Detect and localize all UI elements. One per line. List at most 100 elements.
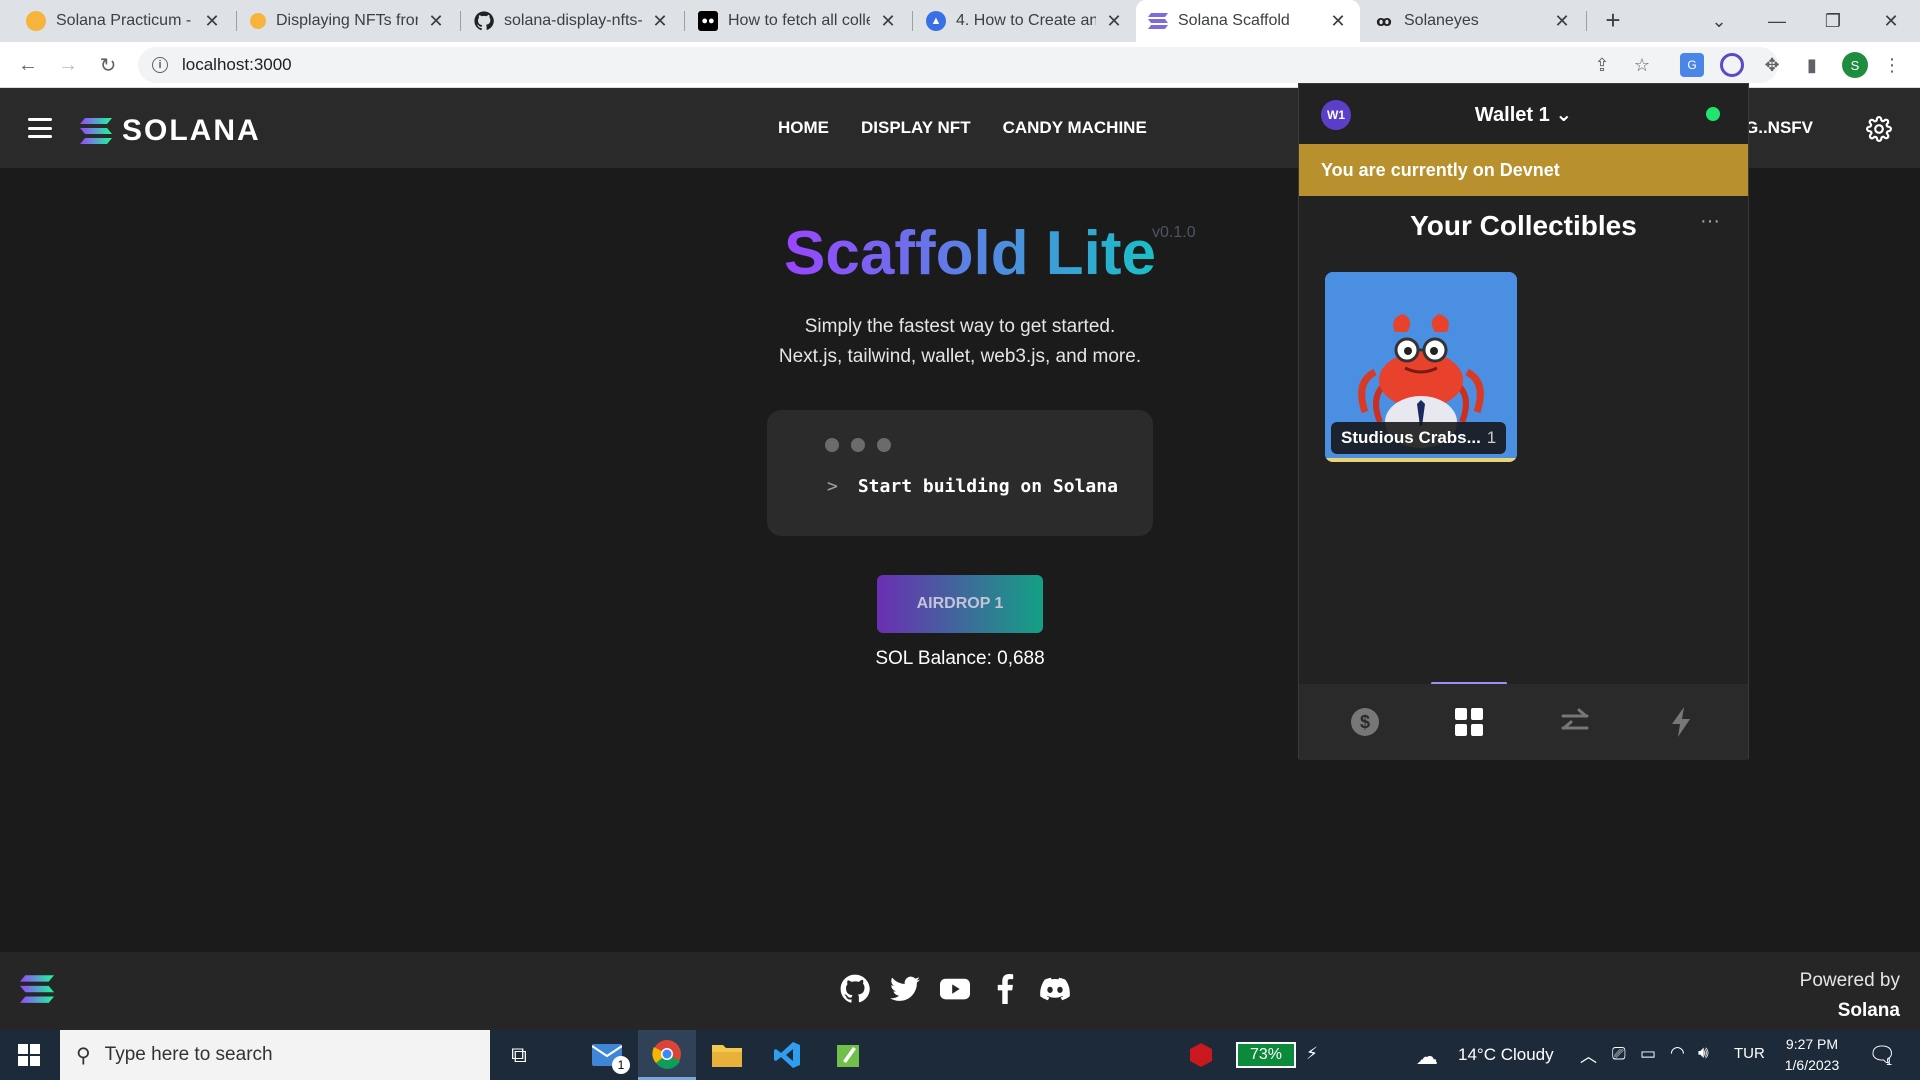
powered-by-brand[interactable]: Solana bbox=[1800, 996, 1900, 1026]
browser-tab-strip: Solana Practicum - I ✕ Displaying NFTs f… bbox=[0, 0, 1920, 42]
mail-app-icon[interactable]: 1 bbox=[578, 1030, 636, 1080]
facebook-icon[interactable] bbox=[990, 974, 1020, 1004]
tab-solana-practicum[interactable]: Solana Practicum - I ✕ bbox=[14, 0, 234, 42]
language-indicator[interactable]: TUR bbox=[1734, 1045, 1765, 1062]
tokens-dollar-icon[interactable]: $ bbox=[1309, 684, 1421, 760]
nft-name: Studious Crabs... bbox=[1341, 428, 1481, 447]
tab-title: Solaneyes bbox=[1404, 12, 1479, 29]
bookmark-star-icon[interactable]: ☆ bbox=[1630, 53, 1654, 77]
solana-icon bbox=[1148, 11, 1168, 31]
footer-solana-logo-icon[interactable] bbox=[20, 974, 54, 1009]
wallet-address-button[interactable]: G..NSFV bbox=[1745, 118, 1813, 138]
wallet-extension-popup: W1 Wallet 1 ⌄ You are currently on Devne… bbox=[1298, 83, 1749, 760]
tab-solana-scaffold[interactable]: Solana Scaffold ✕ bbox=[1136, 0, 1360, 42]
close-tab-icon[interactable]: ✕ bbox=[878, 11, 898, 32]
minimize-icon[interactable]: — bbox=[1752, 0, 1802, 42]
subtitle-line-2: Next.js, tailwind, wallet, web3.js, and … bbox=[778, 346, 1142, 367]
tray-chevron-icon[interactable]: ︿ bbox=[1580, 1042, 1597, 1067]
url-text: localhost:3000 bbox=[182, 55, 292, 74]
medium-icon: ●● bbox=[698, 11, 718, 31]
windows-start-icon[interactable] bbox=[0, 1030, 58, 1080]
solana-logo[interactable]: SOLANA bbox=[80, 114, 261, 148]
restore-icon[interactable]: ❐ bbox=[1808, 0, 1858, 42]
more-options-icon[interactable]: ··· bbox=[1700, 210, 1720, 233]
powered-by-label: Powered by bbox=[1799, 970, 1900, 991]
extensions-puzzle-icon[interactable]: ✥ bbox=[1760, 53, 1784, 77]
security-app-icon[interactable] bbox=[1172, 1030, 1230, 1080]
swap-arrows-icon[interactable] bbox=[1519, 684, 1631, 760]
nft-collectible-card[interactable]: Studious Crabs... 1 bbox=[1325, 272, 1517, 462]
nft-count: 1 bbox=[1486, 428, 1497, 447]
battery-tray-icon[interactable]: ▭ bbox=[1640, 1044, 1656, 1064]
close-tab-icon[interactable]: ✕ bbox=[1552, 11, 1572, 32]
wifi-icon[interactable]: ◠ bbox=[1670, 1043, 1685, 1063]
network-banner: You are currently on Devnet bbox=[1299, 144, 1748, 196]
collectibles-title: Your Collectibles bbox=[1410, 210, 1637, 241]
logo-wordmark: SOLANA bbox=[122, 114, 261, 147]
close-tab-icon[interactable]: ✕ bbox=[202, 11, 222, 32]
close-tab-icon[interactable]: ✕ bbox=[650, 11, 670, 32]
wallet-selector[interactable]: Wallet 1 ⌄ bbox=[1299, 102, 1748, 127]
close-tab-icon[interactable]: ✕ bbox=[1328, 11, 1348, 32]
weather-cloud-icon[interactable]: ☁ bbox=[1416, 1044, 1438, 1070]
collectibles-grid-icon[interactable] bbox=[1413, 684, 1525, 760]
tab-displaying-nfts[interactable]: Displaying NFTs from ✕ bbox=[238, 0, 458, 42]
airdrop-button[interactable]: AIRDROP 1 bbox=[877, 575, 1043, 633]
close-window-icon[interactable]: ✕ bbox=[1866, 0, 1916, 42]
version-label: v0.1.0 bbox=[1152, 224, 1196, 241]
close-tab-icon[interactable]: ✕ bbox=[1104, 11, 1124, 32]
battery-indicator[interactable]: 73% bbox=[1236, 1042, 1296, 1068]
volume-icon[interactable]: 🔊︎ bbox=[1698, 1043, 1709, 1063]
vscode-icon[interactable] bbox=[758, 1030, 816, 1080]
notepad-app-icon[interactable] bbox=[820, 1030, 878, 1080]
windows-taskbar: ⚲ Type here to search ⧉ 1 73% ⚡ ☁ 14°C C… bbox=[0, 1030, 1920, 1080]
tab-github[interactable]: solana-display-nfts-fr ✕ bbox=[462, 0, 682, 42]
translate-extension-icon[interactable]: G bbox=[1680, 53, 1704, 77]
reload-icon[interactable]: ↻ bbox=[94, 51, 122, 79]
wallet-extension-icon[interactable] bbox=[1720, 53, 1744, 77]
github-icon[interactable] bbox=[840, 974, 870, 1004]
activity-lightning-icon[interactable] bbox=[1625, 684, 1737, 760]
forward-arrow-icon[interactable]: → bbox=[54, 51, 82, 79]
meet-camera-icon[interactable]: ⎚ bbox=[1612, 1044, 1626, 1064]
nav-candy-machine[interactable]: CANDY MACHINE bbox=[1003, 118, 1147, 138]
hamburger-menu-icon[interactable] bbox=[28, 118, 52, 138]
new-tab-button[interactable]: + bbox=[1598, 6, 1628, 36]
glasses-icon: ꝏ bbox=[1376, 12, 1392, 29]
tab-title: How to fetch all collec bbox=[728, 12, 870, 29]
discord-icon[interactable] bbox=[1040, 974, 1070, 1004]
site-info-icon[interactable]: i bbox=[152, 57, 168, 73]
tab-title: Solana Scaffold bbox=[1178, 12, 1290, 29]
back-arrow-icon[interactable]: ← bbox=[14, 51, 42, 79]
task-view-icon[interactable]: ⧉ bbox=[490, 1030, 548, 1080]
svg-text:$: $ bbox=[1360, 712, 1370, 732]
tab-search-chevron-icon[interactable]: ⌄ bbox=[1694, 0, 1744, 42]
twitter-icon[interactable] bbox=[890, 974, 920, 1004]
wallet-header: W1 Wallet 1 ⌄ bbox=[1299, 84, 1748, 144]
tab-medium[interactable]: ●● How to fetch all collec ✕ bbox=[686, 0, 910, 42]
system-clock[interactable]: 9:27 PM 1/6/2023 bbox=[1770, 1034, 1854, 1076]
notification-badge: 1 bbox=[1886, 1056, 1893, 1068]
youtube-icon[interactable] bbox=[940, 974, 970, 1004]
gear-icon[interactable] bbox=[1866, 116, 1892, 142]
github-icon bbox=[474, 11, 494, 31]
tab-alchemy[interactable]: ▲ 4. How to Create an N ✕ bbox=[914, 0, 1136, 42]
nav-display-nft[interactable]: DISPLAY NFT bbox=[861, 118, 971, 138]
weather-text[interactable]: 14°C Cloudy bbox=[1458, 1045, 1554, 1065]
taskbar-search-input[interactable]: ⚲ Type here to search bbox=[60, 1030, 490, 1080]
profile-avatar[interactable]: S bbox=[1842, 52, 1868, 78]
tab-title: Displaying NFTs from bbox=[276, 12, 418, 29]
clock-time: 9:27 PM bbox=[1785, 1036, 1839, 1052]
menu-kebab-icon[interactable]: ⋮ bbox=[1880, 53, 1904, 77]
close-tab-icon[interactable]: ✕ bbox=[426, 11, 446, 32]
file-explorer-icon[interactable] bbox=[698, 1030, 756, 1080]
share-icon[interactable]: ⇪ bbox=[1590, 53, 1614, 77]
prompt-chevron-icon: > bbox=[827, 476, 838, 497]
clock-date: 1/6/2023 bbox=[1784, 1057, 1840, 1073]
charging-icon: ⚡ bbox=[1306, 1044, 1318, 1063]
chrome-app-icon[interactable] bbox=[638, 1030, 696, 1080]
side-panel-icon[interactable]: ▮ bbox=[1800, 53, 1824, 77]
nav-home[interactable]: HOME bbox=[778, 118, 829, 138]
address-bar[interactable]: i localhost:3000 bbox=[138, 47, 1778, 83]
tab-solaneyes[interactable]: ꝏ Solaneyes ✕ bbox=[1362, 0, 1584, 42]
